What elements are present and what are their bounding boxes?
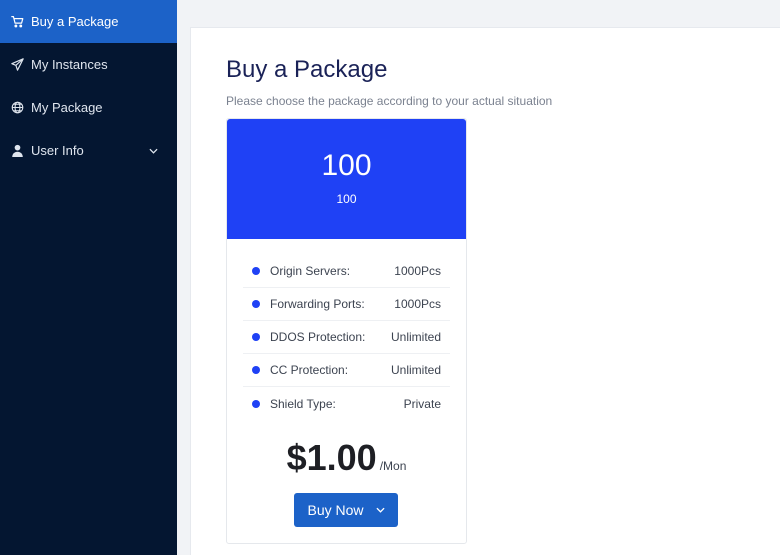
user-icon [10, 144, 24, 158]
sidebar-item-my-package[interactable]: My Package [0, 86, 177, 129]
feature-name: Forwarding Ports: [270, 297, 365, 311]
feature-name: Origin Servers: [270, 264, 351, 278]
sidebar-item-my-instances[interactable]: My Instances [0, 43, 177, 86]
paper-plane-icon [10, 58, 24, 72]
sidebar-item-label: My Package [31, 100, 103, 115]
sidebar: Buy a Package My Instances My Package Us… [0, 0, 177, 555]
buy-now-button[interactable]: Buy Now [294, 493, 398, 527]
page-subtitle: Please choose the package according to y… [226, 94, 553, 108]
chevron-down-icon[interactable] [143, 148, 163, 154]
globe-icon [10, 101, 24, 115]
sidebar-item-label: User Info [31, 143, 84, 158]
package-price: $1.00 [286, 437, 377, 478]
feature-value: Unlimited [390, 330, 441, 344]
page-title: Buy a Package [226, 56, 388, 83]
cart-icon [10, 15, 24, 29]
chevron-down-icon [375, 507, 385, 513]
bullet-dot-icon [252, 399, 260, 408]
feature-item: DDOS Protection: Unlimited [243, 321, 450, 354]
buy-now-label: Buy Now [307, 502, 364, 518]
feature-list: Origin Servers: 1000Pcs Forwarding Ports… [243, 255, 450, 420]
feature-item: Origin Servers: 1000Pcs [243, 255, 450, 288]
sidebar-item-label: My Instances [31, 57, 108, 72]
price-row: $1.00/Mon [227, 437, 466, 479]
bullet-dot-icon [252, 267, 260, 275]
feature-value: Private [403, 396, 441, 411]
feature-value: Unlimited [390, 363, 441, 377]
feature-name: DDOS Protection: [270, 330, 366, 344]
bullet-dot-icon [252, 333, 260, 341]
sidebar-item-label: Buy a Package [31, 14, 119, 29]
bullet-dot-icon [252, 366, 260, 374]
feature-name: CC Protection: [270, 363, 349, 377]
feature-item: Forwarding Ports: 1000Pcs [243, 288, 450, 321]
sidebar-item-buy-package[interactable]: Buy a Package [0, 0, 177, 43]
feature-value: 1000Pcs [394, 264, 441, 278]
package-subname: 100 [336, 192, 357, 206]
feature-item: Shield Type: Private [243, 387, 450, 420]
price-period: /Mon [379, 459, 407, 473]
feature-item: CC Protection: Unlimited [243, 354, 450, 387]
bullet-dot-icon [252, 300, 260, 308]
package-card: 100 100 Origin Servers: 1000Pcs Forwardi… [226, 118, 467, 544]
feature-value: 1000Pcs [394, 297, 441, 311]
feature-name: Shield Type: [270, 396, 336, 411]
package-name: 100 [321, 149, 372, 182]
package-card-header: 100 100 [227, 119, 466, 239]
main-panel: Buy a Package Please choose the package … [190, 27, 780, 555]
sidebar-item-user-info[interactable]: User Info [0, 129, 177, 172]
